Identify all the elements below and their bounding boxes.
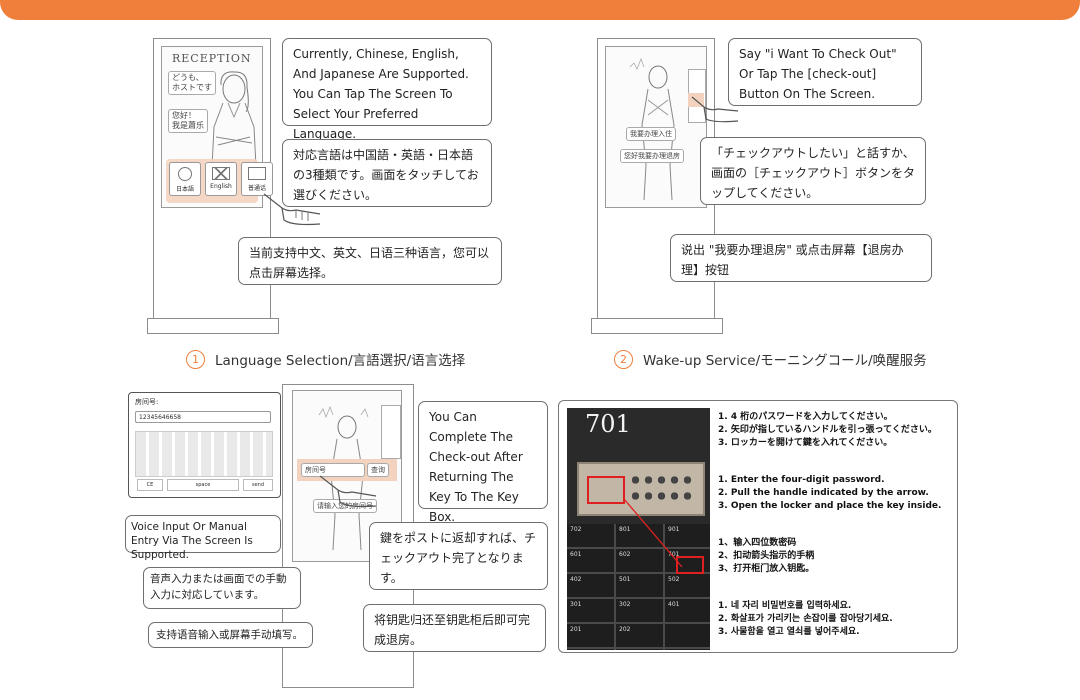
caption-1: 1 Language Selection/言語選択/语言选择 bbox=[186, 349, 465, 369]
receptionist-figure bbox=[211, 71, 257, 167]
locker-number-label: 302 bbox=[619, 601, 631, 608]
bubble-return-en: You Can Complete The Check-out After Ret… bbox=[418, 401, 548, 524]
steps-ko: 1. 네 자리 비밀번호를 입력하세요. 2. 화살표가 가리키는 손잡이를 잡… bbox=[718, 600, 893, 639]
locker-number-label: 601 bbox=[570, 551, 582, 558]
uk-flag-icon bbox=[212, 167, 230, 180]
key-ce[interactable]: CE bbox=[137, 479, 163, 491]
kiosk-1-base bbox=[147, 318, 279, 334]
greeting-zh: 您好！ 我是蕭乐 bbox=[168, 109, 208, 133]
room-number-plate: 701 bbox=[585, 410, 631, 438]
step-ko-2: 2. 화살표가 가리키는 손잡이를 잡아당기세요. bbox=[718, 614, 893, 624]
bubble-voice-zh: 支持语音输入或屏幕手动填写。 bbox=[148, 622, 313, 648]
arrow-connector bbox=[623, 498, 683, 568]
keyboard-panel: 房间号: 12345646658 CE space send bbox=[128, 392, 281, 498]
bubble-voice-ja: 音声入力または画面での手動入力に対応しています。 bbox=[143, 567, 301, 609]
locker-number-label: 401 bbox=[668, 601, 680, 608]
side-panel-3 bbox=[381, 405, 401, 459]
reception-title: RECEPTION bbox=[172, 52, 252, 65]
step-zh-1: 1、输入四位数密码 bbox=[718, 538, 797, 548]
steps-en: 1. Enter the four-digit password. 2. Pul… bbox=[718, 474, 941, 513]
bubble-language-en: Currently, Chinese, English, And Japanes… bbox=[282, 38, 492, 141]
bubble-checkout-ja: 「チェックアウトしたい」と話すか、画面の［チェックアウト］ボタンをタップしてくだ… bbox=[700, 137, 926, 205]
step-zh-3: 3、打开柜门放入钥匙。 bbox=[718, 564, 815, 574]
mini-label-checkin: 我要办理入住 bbox=[626, 127, 676, 141]
bubble-language-ja: 対応言語は中国語・英語・日本語の3種類です。画面をタッチしてお選びください。 bbox=[282, 139, 492, 207]
step-number-1: 1 bbox=[186, 349, 205, 369]
step-en-1: 1. Enter the four-digit password. bbox=[718, 475, 885, 485]
kiosk-2-screen: 我要办理入住 您好我要办理退房 bbox=[605, 46, 707, 208]
pointing-hand-icon-3 bbox=[319, 475, 377, 508]
bubble-voice-en: Voice Input Or Manual Entry Via The Scre… bbox=[125, 515, 281, 561]
keyboard-keys[interactable] bbox=[135, 431, 273, 477]
locker-number-label: 501 bbox=[619, 576, 631, 583]
japan-flag-icon bbox=[178, 167, 192, 181]
lang-buttons: 日本語 English 普通话 bbox=[169, 162, 273, 196]
bubble-return-ja: 鍵をポストに返却すれば、チェックアウト完了となります。 bbox=[369, 522, 548, 590]
lang-button-japanese[interactable]: 日本語 bbox=[169, 162, 201, 196]
step-number-2: 2 bbox=[614, 349, 633, 369]
step-en-3: 3. Open the locker and place the key ins… bbox=[718, 501, 942, 511]
steps-zh: 1、输入四位数密码 2、扣动箭头指示的手柄 3、打开柜门放入钥匙。 bbox=[718, 537, 814, 576]
steps-ja: 1. 4 桁のパスワードを入力してください。 2. 矢印が指しているハンドルを引… bbox=[718, 411, 937, 450]
room-label: 房间号: bbox=[135, 398, 159, 406]
caption-1-text: Language Selection/言語選択/语言选择 bbox=[215, 353, 466, 369]
caption-2-text: Wake-up Service/モーニングコール/唤醒服务 bbox=[643, 353, 927, 369]
locker-number-label: 201 bbox=[570, 626, 582, 633]
lang-button-english[interactable]: English bbox=[205, 162, 237, 196]
bubble-checkout-en: Say "i Want To Check Out" Or Tap The [ch… bbox=[728, 38, 922, 106]
bubble-checkout-zh: 说出 "我要办理退房" 或点击屏幕【退房办理】按钮 bbox=[670, 234, 932, 282]
key-send[interactable]: send bbox=[243, 479, 273, 491]
bubble-return-zh: 将钥匙归还至钥匙柜后即可完成退房。 bbox=[363, 604, 546, 652]
locker-number-label: 301 bbox=[570, 601, 582, 608]
locker-number-label: 702 bbox=[570, 526, 582, 533]
step-ko-1: 1. 네 자리 비밀번호를 입력하세요. bbox=[718, 601, 852, 611]
step-zh-2: 2、扣动箭头指示的手柄 bbox=[718, 551, 815, 561]
bubble-language-zh: 当前支持中文、英文、日语三种语言，您可以点击屏幕选择。 bbox=[238, 237, 502, 285]
step-ko-3: 3. 사물함을 열고 열쇠를 넣어주세요. bbox=[718, 627, 860, 637]
locker-number-label: 402 bbox=[570, 576, 582, 583]
kiosk-2-base bbox=[591, 318, 723, 334]
china-flag-icon bbox=[248, 167, 266, 180]
mini-label-checkout: 您好我要办理退房 bbox=[620, 149, 684, 163]
lang-label-english: English bbox=[210, 183, 232, 190]
lang-label-japanese: 日本語 bbox=[175, 186, 194, 193]
key-space[interactable]: space bbox=[167, 479, 239, 491]
step-en-2: 2. Pull the handle indicated by the arro… bbox=[718, 488, 929, 498]
top-banner bbox=[0, 0, 1080, 20]
caption-2: 2 Wake-up Service/モーニングコール/唤醒服务 bbox=[614, 349, 927, 369]
step-ja-3: 3. ロッカーを開けて鍵を入れてください。 bbox=[718, 438, 893, 448]
locker-number-label: 202 bbox=[619, 626, 631, 633]
step-ja-1: 1. 4 桁のパスワードを入力してください。 bbox=[718, 412, 893, 422]
room-input[interactable]: 12345646658 bbox=[135, 411, 271, 423]
locker-number-label: 502 bbox=[668, 576, 680, 583]
step-ja-2: 2. 矢印が指しているハンドルを引っ張ってください。 bbox=[718, 425, 937, 435]
